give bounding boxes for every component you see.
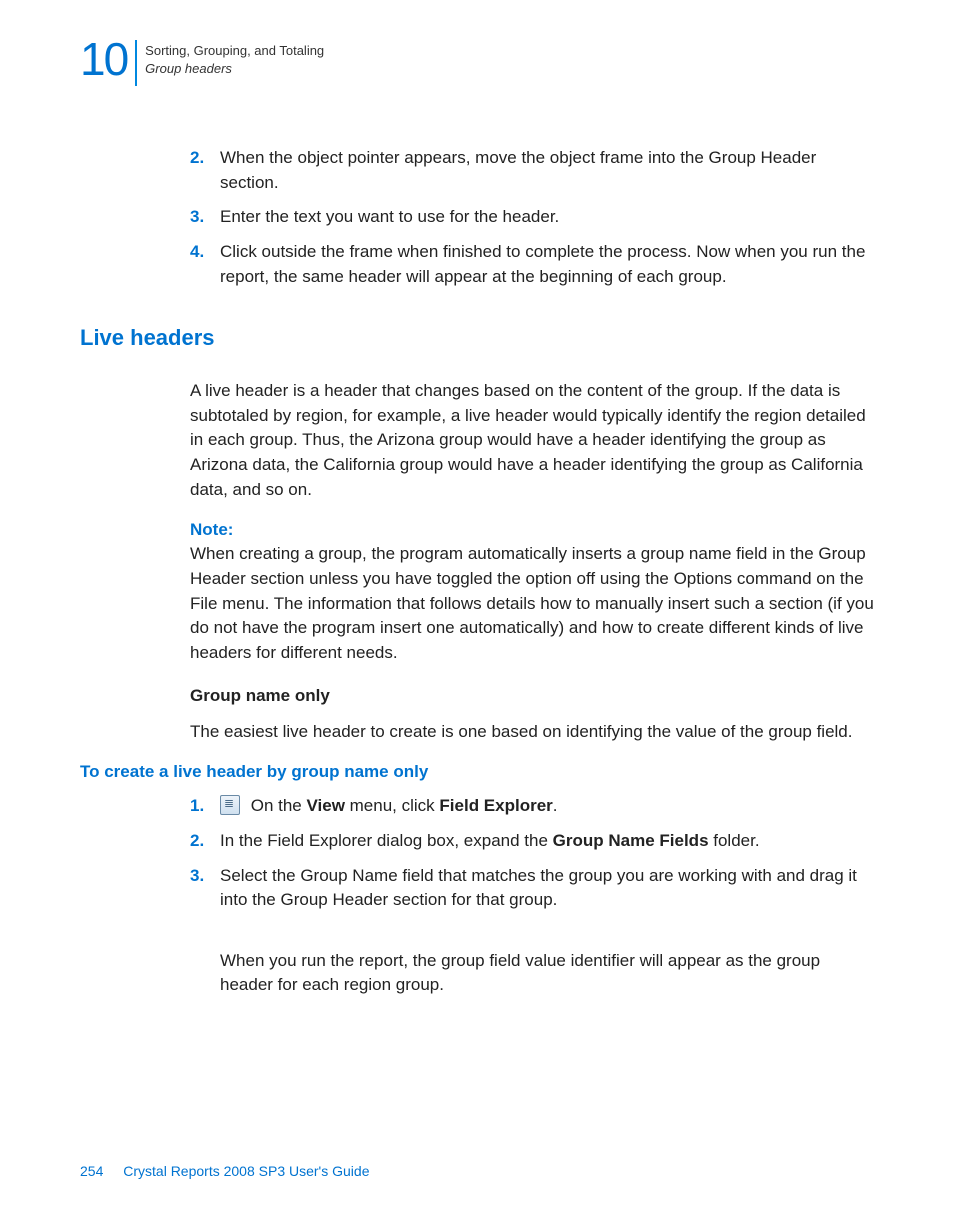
- step-item: 4. Click outside the frame when finished…: [190, 240, 874, 289]
- bold-text: Group Name Fields: [553, 831, 709, 850]
- step-text: On the View menu, click Field Explorer.: [220, 794, 874, 819]
- page-number: 254: [80, 1163, 103, 1179]
- header-divider: [135, 40, 137, 86]
- text-fragment: On the: [246, 796, 306, 815]
- step-number: 1.: [190, 794, 210, 819]
- step-text: In the Field Explorer dialog box, expand…: [220, 829, 874, 854]
- header-line-2: Group headers: [145, 60, 324, 78]
- step-number: 3.: [190, 205, 210, 230]
- step-number: 4.: [190, 240, 210, 289]
- step-text: Click outside the frame when finished to…: [220, 240, 874, 289]
- step-text: When the object pointer appears, move th…: [220, 146, 874, 195]
- step-item: 2. In the Field Explorer dialog box, exp…: [190, 829, 874, 854]
- section-heading-live-headers: Live headers: [80, 325, 874, 351]
- text-fragment: In the Field Explorer dialog box, expand…: [220, 831, 553, 850]
- procedure-heading: To create a live header by group name on…: [80, 762, 874, 782]
- text-fragment: .: [553, 796, 558, 815]
- field-explorer-icon: [220, 795, 240, 815]
- result-paragraph: When you run the report, the group field…: [220, 949, 874, 998]
- subheading-group-name-only: Group name only: [190, 686, 874, 706]
- bold-text: View: [306, 796, 344, 815]
- step-item: 1. On the View menu, click Field Explore…: [190, 794, 874, 819]
- text-fragment: menu, click: [345, 796, 439, 815]
- paragraph: A live header is a header that changes b…: [190, 379, 874, 502]
- page-footer: 254 Crystal Reports 2008 SP3 User's Guid…: [80, 1163, 369, 1179]
- step-item: 3. Select the Group Name field that matc…: [190, 864, 874, 913]
- chapter-number: 10: [80, 36, 127, 82]
- procedure-steps: 1. On the View menu, click Field Explore…: [190, 794, 874, 913]
- header-text: Sorting, Grouping, and Totaling Group he…: [145, 36, 324, 78]
- step-number: 2.: [190, 829, 210, 854]
- note-text: When creating a group, the program autom…: [190, 542, 874, 665]
- page: 10 Sorting, Grouping, and Totaling Group…: [0, 0, 954, 1227]
- header-line-1: Sorting, Grouping, and Totaling: [145, 42, 324, 60]
- footer-title: Crystal Reports 2008 SP3 User's Guide: [123, 1163, 369, 1179]
- note-label: Note:: [190, 520, 874, 540]
- step-number: 2.: [190, 146, 210, 195]
- bold-text: Field Explorer: [439, 796, 552, 815]
- step-text: Select the Group Name field that matches…: [220, 864, 874, 913]
- step-item: 3. Enter the text you want to use for th…: [190, 205, 874, 230]
- content-area: 2. When the object pointer appears, move…: [190, 146, 874, 998]
- text-fragment: folder.: [709, 831, 760, 850]
- step-text: Enter the text you want to use for the h…: [220, 205, 874, 230]
- step-item: 2. When the object pointer appears, move…: [190, 146, 874, 195]
- steps-continued: 2. When the object pointer appears, move…: [190, 146, 874, 289]
- step-number: 3.: [190, 864, 210, 913]
- page-header: 10 Sorting, Grouping, and Totaling Group…: [80, 36, 874, 86]
- paragraph: The easiest live header to create is one…: [190, 720, 874, 745]
